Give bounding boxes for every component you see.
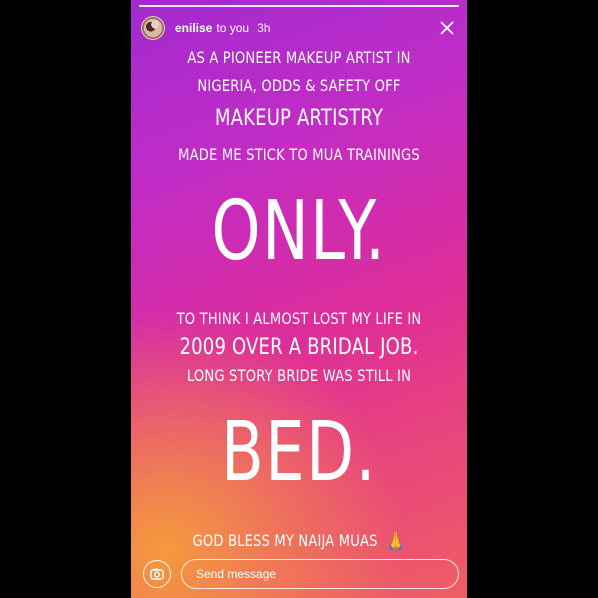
story-viewer: enilise to you 3h AS A PIONEER MAKEUP AR… [131,0,467,598]
story-line-5: ONLY. [211,184,387,279]
story-line-3: MAKEUP ARTISTRY [214,106,384,131]
story-line-8: LONG STORY BRIDE WAS STILL IN [186,366,412,385]
camera-icon [150,568,164,580]
story-line-6: TO THINK I ALMOST LOST MY LIFE IN [176,309,422,328]
story-line-10: GOD BLESS MY NAIJA MUAS 🙏 [161,531,437,552]
story-line-4: MADE ME STICK TO MUA TRAININGS [178,145,420,164]
story-line-10-text: GOD BLESS MY NAIJA MUAS [192,531,378,550]
story-line-1: AS A PIONEER MAKEUP ARTIST IN [187,48,411,67]
send-message-input[interactable]: Send message [181,559,459,589]
story-line-9: BED. [220,405,378,500]
folded-hands-icon: 🙏 [386,531,406,552]
camera-button[interactable] [143,560,171,588]
story-line-7: 2009 OVER A BRIDAL JOB. [179,335,419,360]
story-text-content: AS A PIONEER MAKEUP ARTIST IN NIGERIA, O… [131,0,467,598]
screenshot-frame: enilise to you 3h AS A PIONEER MAKEUP AR… [0,0,598,598]
story-reply-bar: Send message [143,557,459,591]
story-line-2: NIGERIA, ODDS & SAFETY OFF [197,76,401,95]
